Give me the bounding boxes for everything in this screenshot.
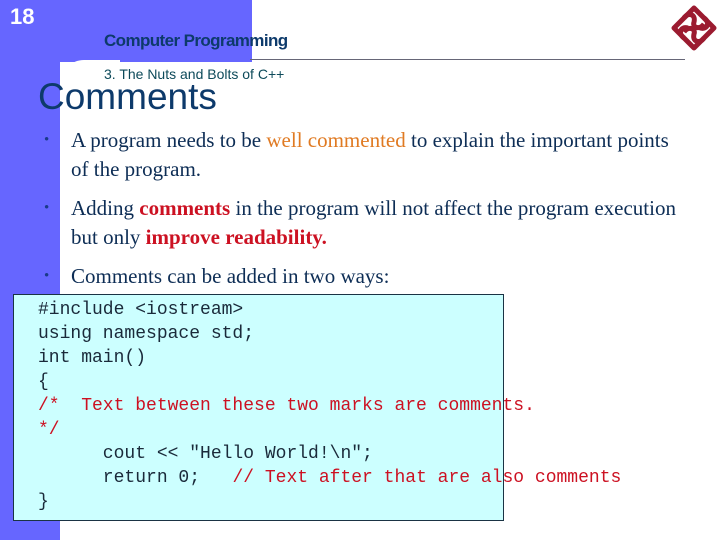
bullet-text: Comments can be added in two ways:	[71, 264, 390, 288]
university-knot-logo-icon	[671, 5, 717, 51]
bullet-text: A program needs to be	[71, 128, 267, 152]
page-number: 18	[10, 4, 35, 29]
bullet-text: Adding	[71, 196, 140, 220]
code-comment: /* Text between these two marks are comm…	[38, 396, 535, 416]
code-text: {	[38, 372, 49, 392]
highlight-comments: comments	[139, 196, 231, 220]
bullet-item: • A program needs to be well commented t…	[44, 126, 684, 184]
code-text: using namespace std;	[38, 324, 255, 344]
bullet-item: • Comments can be added in two ways:	[44, 262, 684, 291]
code-line: {	[38, 372, 49, 392]
code-line: }	[38, 492, 49, 512]
code-line: cout << "Hello World!\n";	[38, 444, 373, 464]
code-example-box: #include <iostream> using namespace std;…	[13, 294, 621, 521]
header-divider	[250, 59, 685, 60]
code-line: /* Text between these two marks are comm…	[38, 396, 535, 416]
code-line: #include <iostream>	[38, 300, 243, 320]
highlight-improve-readability: improve readability.	[145, 225, 327, 249]
code-line: using namespace std;	[38, 324, 254, 344]
bullet-marker: •	[44, 200, 50, 216]
bullet-marker: •	[44, 132, 50, 148]
code-text: }	[38, 492, 49, 512]
code-text: cout << "Hello World!\n";	[38, 444, 373, 464]
code-block: #include <iostream> using namespace std;…	[38, 298, 621, 514]
code-comment: */	[38, 420, 60, 440]
code-text: int main()	[38, 348, 147, 368]
course-title: Computer Programming	[104, 31, 288, 50]
bullet-marker: •	[44, 268, 50, 284]
code-comment: // Text after that are also comments	[232, 468, 622, 488]
code-line: */	[38, 420, 60, 440]
highlight-well-commented: well commented	[266, 128, 406, 152]
bullet-list: • A program needs to be well commented t…	[44, 126, 684, 301]
code-line: return 0; // Text after that are also co…	[38, 468, 622, 488]
bullet-item: • Adding comments in the program will no…	[44, 194, 684, 252]
slide-title: Comments	[38, 76, 217, 117]
code-line: int main()	[38, 348, 146, 368]
code-text: return 0;	[38, 468, 233, 488]
code-text: #include <iostream>	[38, 300, 244, 320]
